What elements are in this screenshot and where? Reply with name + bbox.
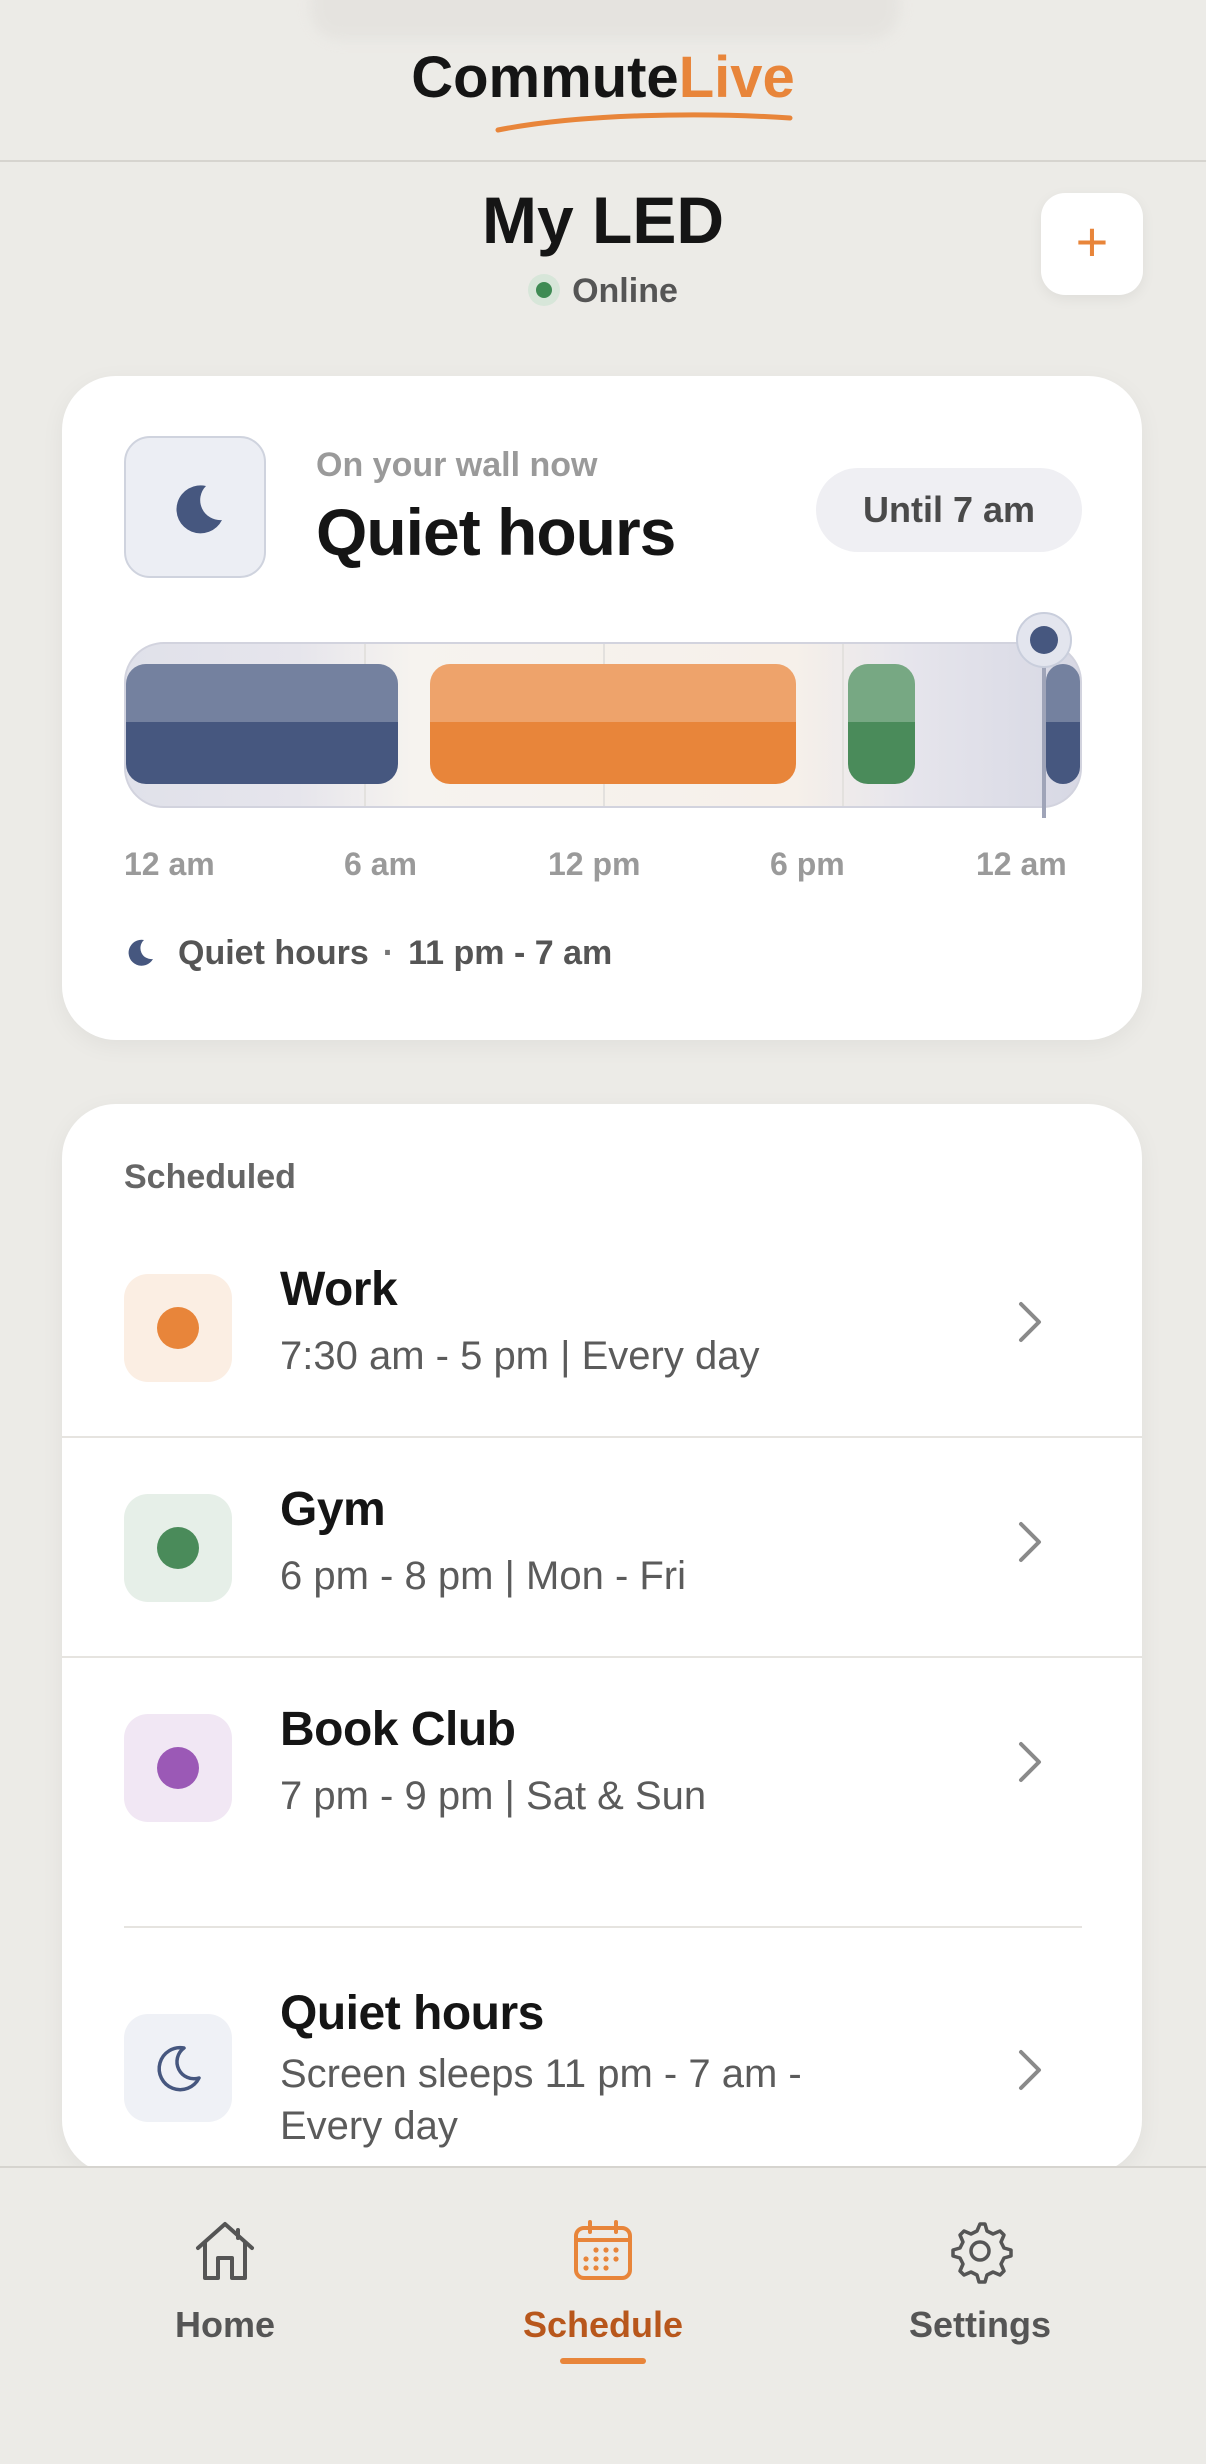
schedule-subtitle: 6 pm - 8 pm | Mon - Fri [280, 1554, 687, 1598]
dot-icon [157, 1747, 199, 1789]
nav-label: Schedule [522, 2304, 684, 2345]
top-bar: CommuteLive [0, 0, 1206, 162]
now-title: Quiet hours [316, 495, 676, 569]
schedule-subtitle: Screen sleeps 11 pm - 7 am - Every day [280, 2048, 802, 2152]
timeline-tick-label: 12 pm [548, 846, 641, 882]
home-icon [196, 2222, 254, 2280]
app-screen: CommuteLive My LED Online + On your wall… [0, 0, 1206, 2464]
schedule-row-work[interactable]: Work 7:30 am - 5 pm | Every day [62, 1218, 1142, 1438]
quiet-hours-tile [124, 2014, 232, 2122]
bottom-navigation: Home Schedule Settings [0, 2166, 1206, 2464]
nav-label: Settings [908, 2304, 1051, 2345]
legend-name: Quiet hours [178, 934, 369, 972]
device-name: My LED [481, 183, 725, 257]
dot-icon [157, 1527, 199, 1569]
timeline-segment-gym [847, 664, 915, 784]
current-time-line [1042, 656, 1046, 818]
nav-settings[interactable]: Settings [850, 2218, 1110, 2346]
scheduled-card: Scheduled Work 7:30 am - 5 pm | Every da… [62, 1104, 1142, 2174]
nav-label: Home [174, 2304, 276, 2345]
timeline-tick-label: 6 pm [770, 846, 845, 882]
day-timeline[interactable] [124, 642, 1082, 808]
schedule-color-tile [124, 1494, 232, 1602]
brand-swoosh-icon [495, 112, 793, 133]
subtitle-line: Screen sleeps 11 pm - 7 am - [280, 2052, 802, 2096]
dot-icon [157, 1307, 199, 1349]
schedule-row-gym[interactable]: Gym 6 pm - 8 pm | Mon - Fri [62, 1438, 1142, 1658]
timeline-tick-label: 6 am [344, 846, 417, 882]
add-schedule-button[interactable]: + [1041, 193, 1143, 295]
timeline-segment-quiet-hours-evening [1046, 664, 1080, 784]
status-text: Online [572, 272, 678, 310]
chevron-right-icon [1019, 1742, 1041, 1782]
current-time-handle[interactable] [1016, 612, 1072, 668]
timeline-segment-work [430, 664, 796, 784]
schedule-row-book-club[interactable]: Book Club 7 pm - 9 pm | Sat & Sun [62, 1658, 1142, 1878]
schedule-title: Work [280, 1263, 398, 1316]
status-bar-shade [310, 0, 900, 40]
section-divider [124, 1926, 1082, 1928]
schedule-subtitle: 7 pm - 9 pm | Sat & Sun [280, 1774, 707, 1818]
active-tab-indicator [560, 2358, 646, 2364]
schedule-title: Gym [280, 1483, 386, 1536]
moon-outline-icon [157, 2045, 201, 2092]
schedule-title: Book Club [280, 1703, 516, 1756]
brand-logo: CommuteLive [411, 45, 795, 110]
timeline-tick-label: 12 am [124, 846, 215, 882]
now-mode-tile [124, 436, 266, 578]
timeline-segment-quiet-hours [126, 664, 399, 784]
calendar-icon [574, 2220, 632, 2280]
now-label: On your wall now [316, 446, 598, 484]
device-status: Online [0, 272, 1206, 311]
scheduled-heading: Scheduled [124, 1158, 296, 1196]
schedule-title: Quiet hours [280, 1987, 544, 2040]
timeline-gridline [842, 644, 844, 806]
chevron-right-icon [1019, 1522, 1041, 1562]
schedule-subtitle: 7:30 am - 5 pm | Every day [280, 1334, 760, 1378]
gear-icon [951, 2222, 1013, 2284]
moon-icon [128, 939, 153, 966]
schedule-color-tile [124, 1714, 232, 1822]
schedule-row-quiet-hours[interactable]: Quiet hours Screen sleeps 11 pm - 7 am -… [62, 1946, 1142, 2174]
legend-separator: · [382, 934, 395, 972]
nav-schedule[interactable]: Schedule [473, 2218, 733, 2346]
online-indicator-icon [528, 274, 561, 306]
until-badge: Until 7 am [816, 468, 1082, 552]
nav-home[interactable]: Home [95, 2218, 355, 2346]
chevron-right-icon [1019, 1302, 1041, 1342]
moon-icon [176, 485, 222, 534]
chevron-right-icon [1019, 2050, 1041, 2090]
legend-time: 11 pm - 7 am [408, 934, 613, 972]
timeline-legend: Quiet hours · 11 pm - 7 am [124, 934, 612, 973]
schedule-color-tile [124, 1274, 232, 1382]
subtitle-line: Every day [280, 2104, 458, 2148]
timeline-tick-label: 12 am [976, 846, 1067, 882]
now-playing-card: On your wall now Quiet hours Until 7 am … [62, 376, 1142, 1040]
